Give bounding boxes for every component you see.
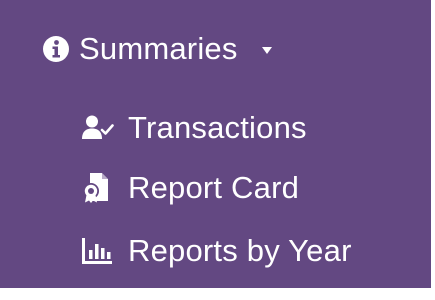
menu-item-label: Reports by Year [128,233,352,268]
menu-item-label: Transactions [128,110,307,145]
file-certificate-icon [82,173,114,203]
summaries-label: Summaries [79,31,238,66]
info-circle-icon [42,35,70,63]
bar-chart-icon [82,237,114,265]
menu-item-transactions[interactable]: Transactions [82,107,307,149]
user-check-icon [82,114,114,142]
menu-item-label: Report Card [128,170,300,205]
menu-item-reports-by-year[interactable]: Reports by Year [82,230,352,272]
caret-down-icon [261,46,272,54]
summaries-dropdown-toggle[interactable]: Summaries [42,27,272,71]
summaries-nav-panel: Summaries Transactions Report Card Repor… [0,0,431,288]
menu-item-report-card[interactable]: Report Card [82,167,299,209]
